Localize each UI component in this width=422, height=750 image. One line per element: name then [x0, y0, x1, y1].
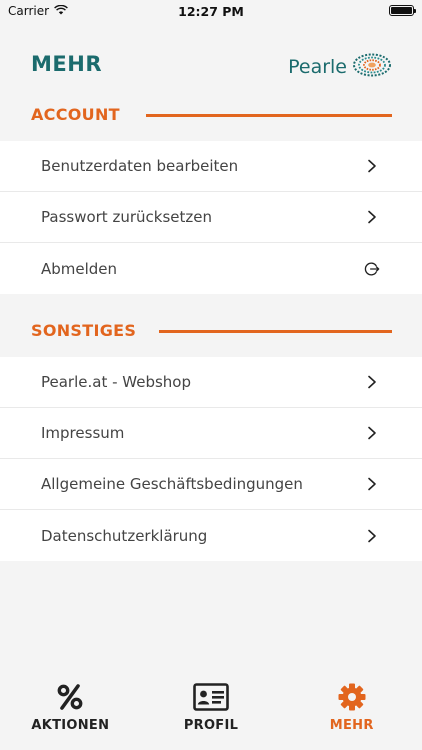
chevron-right-icon [364, 374, 380, 390]
section-divider-line [159, 330, 392, 333]
chevron-right-icon [364, 425, 380, 441]
section-title-sonstiges: SONSTIGES [31, 321, 137, 340]
tab-aktionen[interactable]: AKTIONEN [0, 672, 141, 750]
tab-label: PROFIL [183, 718, 239, 733]
section-header-account: ACCOUNT [0, 101, 422, 131]
list-item-label: Allgemeine Geschäftsbedingungen [41, 475, 303, 493]
page-title: MEHR [31, 52, 102, 76]
list-item-label: Abmelden [41, 259, 118, 278]
tab-label: AKTIONEN [31, 718, 110, 733]
battery-fill [391, 7, 412, 14]
tab-mehr[interactable]: MEHR [281, 672, 422, 750]
id-card-icon [193, 682, 229, 712]
battery-icon [389, 5, 416, 16]
tab-profil[interactable]: PROFIL [141, 672, 282, 750]
status-time: 12:27 PM [178, 4, 244, 19]
list-item-label: Impressum [41, 424, 125, 442]
tab-bar: AKTIONEN PROFIL MEHR [0, 672, 422, 750]
status-bar: Carrier 12:27 PM [0, 0, 422, 22]
brand-logo: Pearle [288, 52, 392, 82]
list-item-label: Benutzerdaten bearbeiten [41, 157, 239, 175]
sonstiges-list: Pearle.at - Webshop Impressum Allgemeine… [0, 357, 422, 561]
list-item-benutzerdaten[interactable]: Benutzerdaten bearbeiten [0, 141, 422, 192]
brand-name: Pearle [288, 56, 347, 78]
tab-label: MEHR [329, 718, 374, 733]
list-item-agb[interactable]: Allgemeine Geschäftsbedingungen [0, 459, 422, 510]
list-item-datenschutz[interactable]: Datenschutzerklärung [0, 510, 422, 561]
chevron-right-icon [364, 158, 380, 174]
list-item-abmelden[interactable]: Abmelden [0, 243, 422, 294]
list-item-label: Datenschutzerklärung [41, 526, 208, 545]
pearle-logo-icon [352, 52, 392, 82]
percent-icon [56, 682, 84, 712]
list-item-label: Passwort zurücksetzen [41, 208, 212, 226]
list-item-passwort[interactable]: Passwort zurücksetzen [0, 192, 422, 243]
list-item-impressum[interactable]: Impressum [0, 408, 422, 459]
gear-icon [338, 682, 366, 712]
page-header: MEHR Pearle [0, 22, 422, 100]
account-list: Benutzerdaten bearbeiten Passwort zurück… [0, 141, 422, 294]
section-title-account: ACCOUNT [31, 105, 120, 124]
chevron-right-icon [364, 476, 380, 492]
section-header-sonstiges: SONSTIGES [0, 317, 422, 347]
chevron-right-icon [364, 528, 380, 544]
list-item-webshop[interactable]: Pearle.at - Webshop [0, 357, 422, 408]
logout-icon [364, 261, 380, 277]
section-divider-line [146, 114, 392, 117]
list-item-label: Pearle.at - Webshop [41, 373, 192, 391]
chevron-right-icon [364, 209, 380, 225]
